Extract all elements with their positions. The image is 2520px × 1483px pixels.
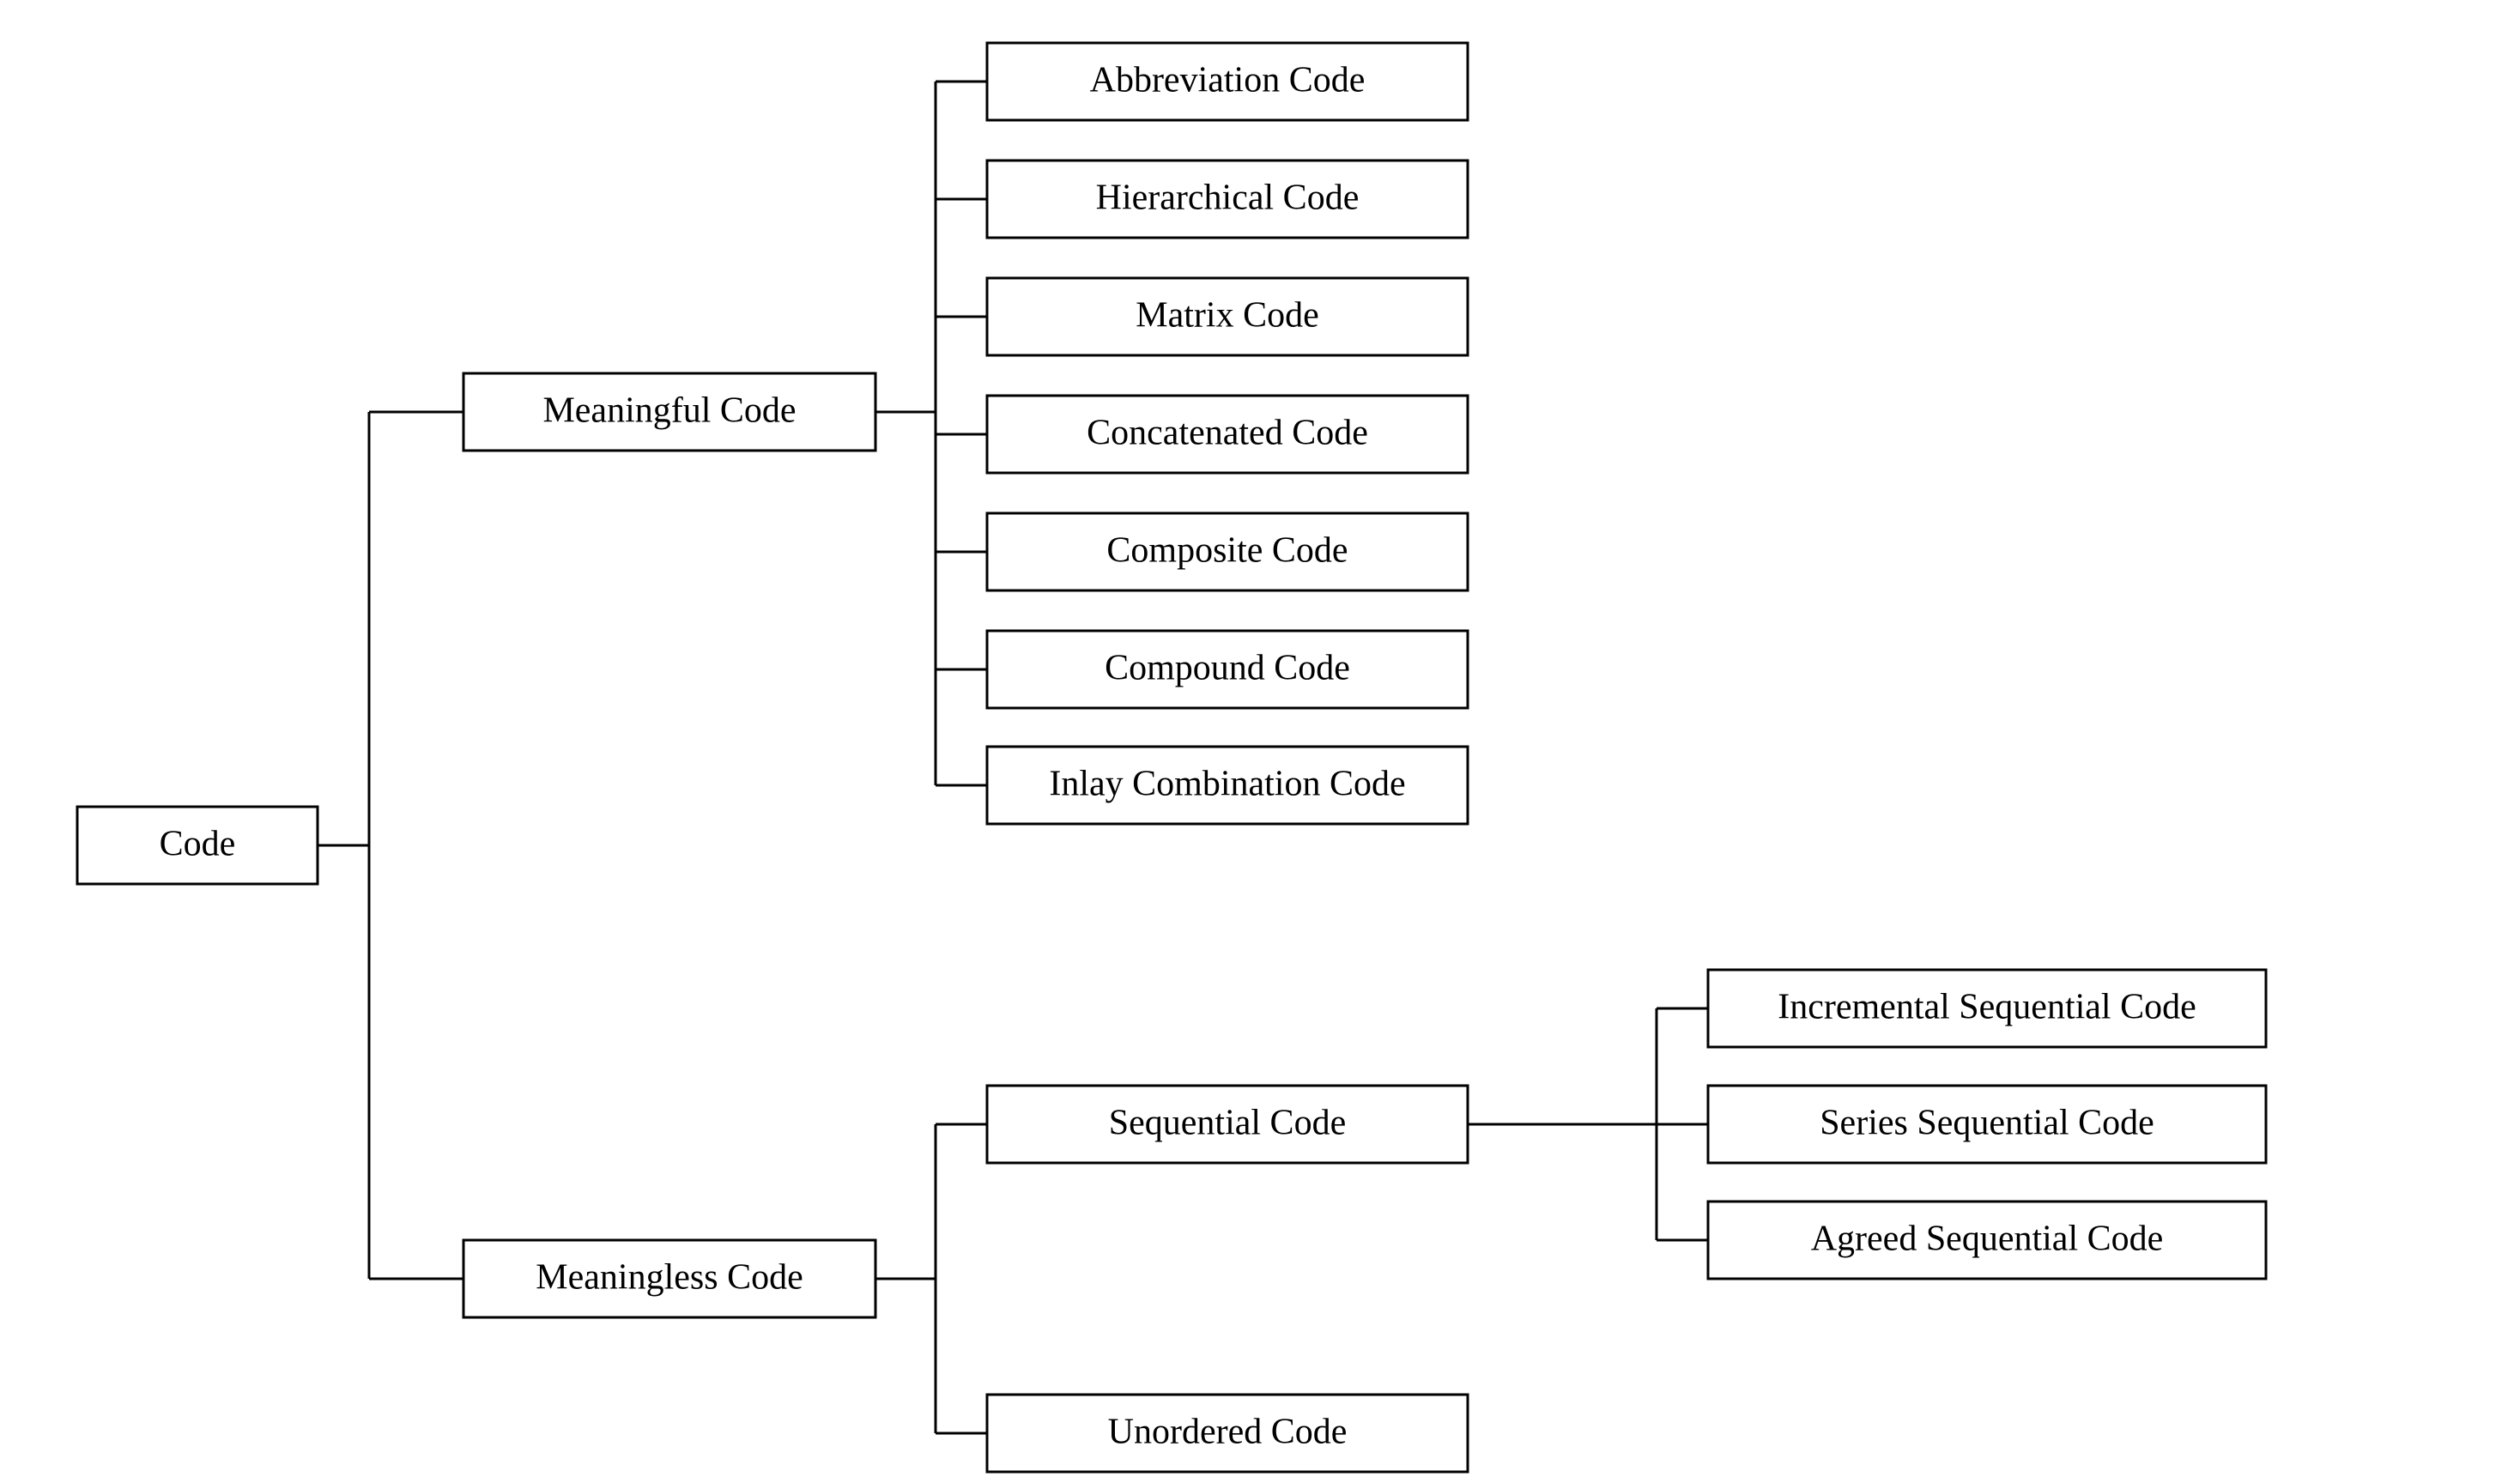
node-hierarchical-code-label: Hierarchical Code: [1096, 179, 1360, 218]
node-meaningful-code-label: Meaningful Code: [542, 391, 796, 431]
node-concatenated-code-label: Concatenated Code: [1087, 414, 1368, 453]
node-incremental-sequential-code-label: Incremental Sequential Code: [1778, 988, 2196, 1027]
node-agreed-sequential-code-label: Agreed Sequential Code: [1811, 1220, 2164, 1259]
node-inlay-combination-code-label: Inlay Combination Code: [1049, 765, 1405, 804]
node-series-sequential-code-label: Series Sequential Code: [1820, 1104, 2154, 1143]
node-abbreviation-code-label: Abbreviation Code: [1090, 61, 1366, 100]
node-compound-code-label: Compound Code: [1105, 649, 1350, 688]
node-code-label: Code: [160, 825, 236, 864]
node-matrix-code-label: Matrix Code: [1136, 296, 1318, 336]
node-meaningless-code-label: Meaningless Code: [536, 1258, 803, 1298]
code-taxonomy-diagram: Code Meaningful Code Abbreviation Code H…: [0, 0, 2520, 1483]
node-composite-code-label: Composite Code: [1106, 531, 1348, 571]
node-sequential-code-label: Sequential Code: [1109, 1104, 1346, 1143]
node-unordered-code-label: Unordered Code: [1108, 1413, 1348, 1452]
